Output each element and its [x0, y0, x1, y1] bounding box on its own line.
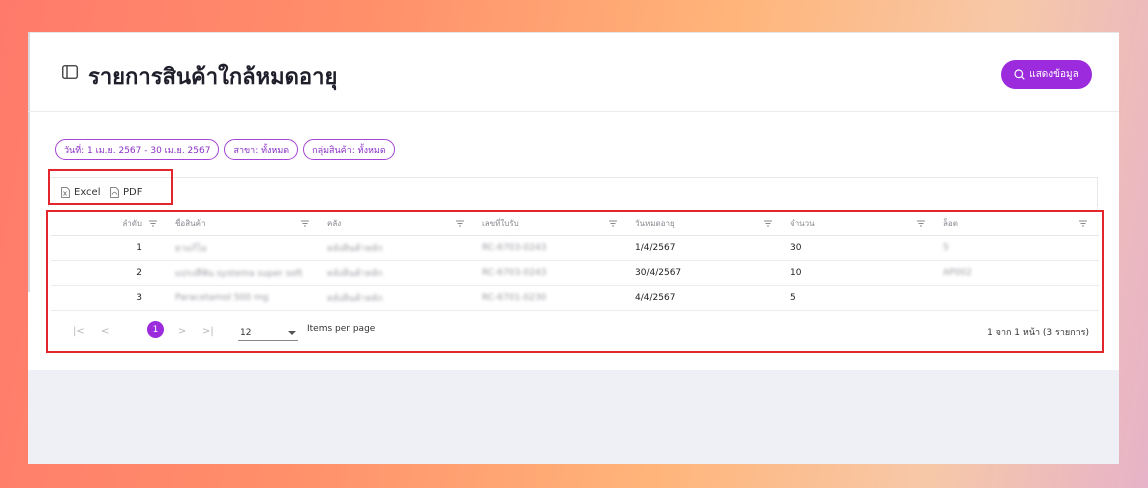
items-per-page-label: Items per page: [307, 324, 376, 334]
cell-index: 3: [51, 285, 169, 311]
cell-lot: AP002: [937, 260, 1099, 286]
column-header-lot[interactable]: ล็อต: [937, 212, 1099, 236]
filter-icon[interactable]: [609, 220, 617, 227]
filter-icon[interactable]: [917, 220, 925, 227]
column-header-receipt-no[interactable]: เลขที่ใบรับ: [476, 212, 629, 236]
table-row[interactable]: 1 ยาแก้ไอ คลังสินค้าหลัก RC-6703-0243 1/…: [51, 235, 1099, 261]
column-header-quantity[interactable]: จำนวน: [784, 212, 937, 236]
cell-lot: 5: [937, 235, 1099, 261]
filter-chip-product-group[interactable]: กลุ่มสินค้า: ทั้งหมด: [303, 139, 395, 160]
export-pdf-button[interactable]: PDF: [110, 187, 142, 198]
page-footer-area: [28, 370, 1119, 464]
filter-chips: วันที่: 1 เม.ย. 2567 - 30 เม.ย. 2567 สาข…: [55, 139, 395, 160]
table-row[interactable]: 3 Paracetamol 500 mg คลังสินค้าหลัก RC-6…: [51, 285, 1099, 311]
filter-icon[interactable]: [456, 220, 464, 227]
cell-expiry-date: 30/4/2567: [629, 260, 784, 286]
pagination-info: 1 จาก 1 หน้า (3 รายการ): [987, 328, 1089, 338]
cell-warehouse: คลังสินค้าหลัก: [321, 260, 476, 286]
cell-receipt-no: RC-6703-0243: [476, 260, 629, 286]
cell-product-name: ยาแก้ไอ: [169, 235, 321, 261]
page-header: รายการสินค้าใกล้หมดอายุ แสดงข้อมูล: [28, 32, 1119, 112]
filter-icon[interactable]: [301, 220, 309, 227]
expiring-products-table: ลำดับ ชื่อสินค้า คลัง เลขที่ใบรับ วันหมด…: [51, 212, 1099, 311]
column-header-warehouse[interactable]: คลัง: [321, 212, 476, 236]
show-data-label: แสดงข้อมูล: [1029, 69, 1079, 80]
caret-down-icon: [288, 331, 296, 335]
cell-quantity: 30: [784, 235, 937, 261]
cell-warehouse: คลังสินค้าหลัก: [321, 285, 476, 311]
column-header-index[interactable]: ลำดับ: [51, 212, 169, 236]
export-toolbar: Excel PDF: [48, 177, 1098, 207]
excel-label: Excel: [74, 187, 101, 198]
search-icon: [1014, 69, 1025, 80]
filter-icon[interactable]: [1079, 220, 1087, 227]
cell-index: 2: [51, 260, 169, 286]
page-title: รายการสินค้าใกล้หมดอายุ: [88, 65, 338, 90]
cell-receipt-no: RC-6701-0230: [476, 285, 629, 311]
cell-quantity: 10: [784, 260, 937, 286]
table-header-row: ลำดับ ชื่อสินค้า คลัง เลขที่ใบรับ วันหมด…: [51, 212, 1099, 236]
cell-lot: [937, 285, 1099, 311]
show-data-button[interactable]: แสดงข้อมูล: [1001, 60, 1092, 89]
cell-expiry-date: 4/4/2567: [629, 285, 784, 311]
cell-quantity: 5: [784, 285, 937, 311]
report-card: รายการสินค้าใกล้หมดอายุ แสดงข้อมูล วันที…: [28, 32, 1119, 464]
export-excel-button[interactable]: Excel: [61, 187, 101, 198]
filter-icon[interactable]: [149, 220, 157, 227]
next-page-button[interactable]: >: [178, 326, 186, 337]
cell-product-name: Paracetamol 500 mg: [169, 285, 321, 311]
filter-icon[interactable]: [764, 220, 772, 227]
sidebar-toggle-icon[interactable]: [62, 65, 78, 79]
column-header-expiry-date[interactable]: วันหมดอายุ: [629, 212, 784, 236]
cell-warehouse: คลังสินค้าหลัก: [321, 235, 476, 261]
pagination-bar: |< < 1 > >| 12 Items per page 1 จาก 1 หน…: [51, 318, 1099, 348]
prev-page-button[interactable]: <: [101, 326, 109, 337]
items-per-page-select[interactable]: 12: [238, 322, 298, 341]
cell-index: 1: [51, 235, 169, 261]
table-row[interactable]: 2 แปรงสีฟัน systema super soft คลังสินค้…: [51, 260, 1099, 286]
filter-chip-branch[interactable]: สาขา: ทั้งหมด: [224, 139, 299, 160]
filter-chip-date[interactable]: วันที่: 1 เม.ย. 2567 - 30 เม.ย. 2567: [55, 139, 220, 160]
cell-product-name: แปรงสีฟัน systema super soft: [169, 260, 321, 286]
first-page-button[interactable]: |<: [73, 326, 85, 337]
page-1-button[interactable]: 1: [147, 321, 164, 338]
items-per-page-value: 12: [240, 328, 252, 338]
pdf-label: PDF: [123, 187, 143, 198]
pdf-file-icon: [110, 187, 119, 198]
last-page-button[interactable]: >|: [202, 326, 214, 337]
cell-expiry-date: 1/4/2567: [629, 235, 784, 261]
column-header-product-name[interactable]: ชื่อสินค้า: [169, 212, 321, 236]
excel-file-icon: [61, 187, 70, 198]
cell-receipt-no: RC-6703-0243: [476, 235, 629, 261]
